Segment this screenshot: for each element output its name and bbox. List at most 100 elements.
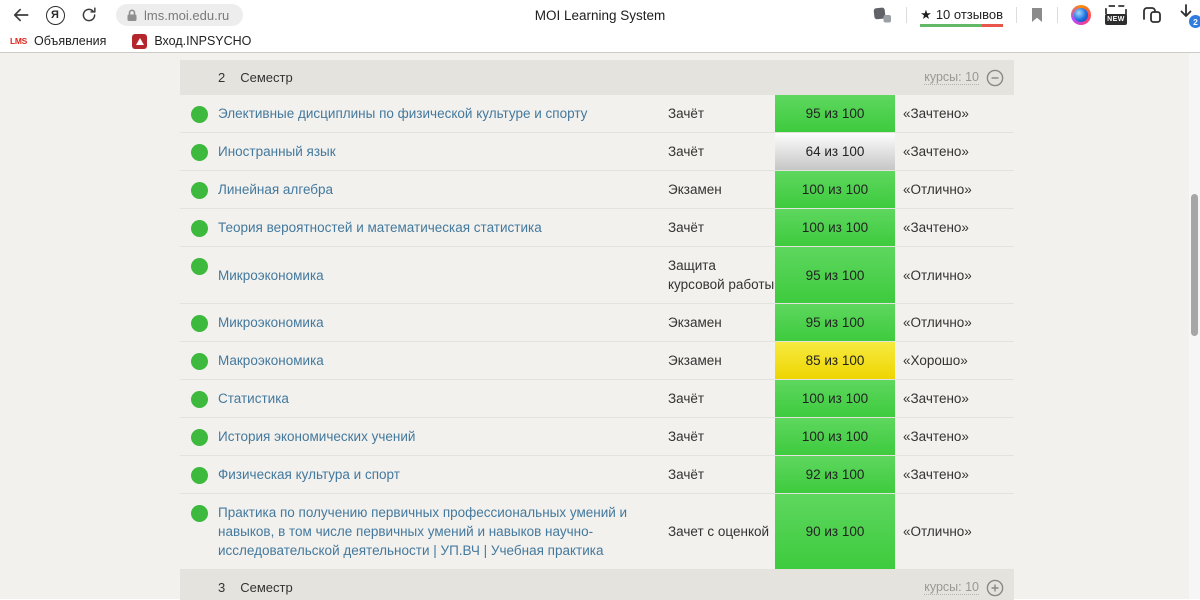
course-link[interactable]: Физическая культура и спорт: [218, 465, 668, 484]
screenshot-new-icon[interactable]: NEW: [1104, 5, 1128, 25]
grade-text: «Зачтено»: [903, 467, 969, 482]
semester-number: 3: [218, 580, 226, 595]
course-link[interactable]: Линейная алгебра: [218, 180, 668, 199]
course-link[interactable]: Иностранный язык: [218, 142, 668, 161]
course-row: Макроэкономика Экзамен 85 из 100 «Хорошо…: [180, 342, 1014, 380]
status-dot-icon: [191, 105, 208, 123]
status-dot-icon: [191, 219, 208, 237]
score-badge: 95 из 100: [775, 304, 895, 341]
course-link[interactable]: Статистика: [218, 389, 668, 408]
reviews-count: 10 отзывов: [935, 7, 1003, 22]
refresh-icon: [82, 7, 96, 22]
browser-toolbar: Я lms.moi.edu.ru MOI Learning System ★ 1…: [0, 0, 1200, 30]
refresh-button[interactable]: [76, 2, 102, 28]
grade-text: «Отлично»: [903, 182, 972, 197]
course-row: Физическая культура и спорт Зачёт 92 из …: [180, 456, 1014, 494]
semester-label: Семестр: [240, 70, 293, 85]
grade-text: «Зачтено»: [903, 429, 969, 444]
grade-text: «Зачтено»: [903, 144, 969, 159]
score-badge: 92 из 100: [775, 456, 895, 493]
grade-text: «Зачтено»: [903, 220, 969, 235]
inpsycho-favicon: [132, 33, 148, 49]
tab-groups-icon[interactable]: [1141, 5, 1163, 25]
course-link[interactable]: Практика по получению первичных професси…: [218, 503, 668, 560]
toolbar-divider: [906, 7, 908, 23]
scrollbar: [1189, 53, 1200, 599]
status-dot-icon: [191, 143, 208, 161]
assessment-type: Экзамен: [668, 353, 722, 368]
star-icon: ★: [920, 6, 932, 22]
back-arrow-icon: [13, 8, 29, 22]
bookmark-item-inpsycho[interactable]: Вход.INPSYCHO: [132, 33, 251, 49]
assessment-type: Зачёт: [668, 144, 705, 159]
courses-count-link[interactable]: курсы: 10: [924, 580, 979, 595]
assessment-type: Зачёт: [668, 391, 705, 406]
course-row: Статистика Зачёт 100 из 100 «Зачтено»: [180, 380, 1014, 418]
status-dot-icon: [191, 314, 208, 332]
course-row: Теория вероятностей и математическая ста…: [180, 209, 1014, 247]
scrollbar-thumb[interactable]: [1191, 194, 1198, 336]
semester-label: Семестр: [240, 580, 293, 595]
assessment-type: Экзамен: [668, 315, 722, 330]
downloads-icon[interactable]: 2: [1176, 3, 1200, 28]
grade-text: «Отлично»: [903, 267, 972, 283]
course-row: Элективные дисциплины по физической куль…: [180, 95, 1014, 133]
course-row: История экономических учений Зачёт 100 и…: [180, 418, 1014, 456]
course-link[interactable]: История экономических учений: [218, 427, 668, 446]
course-row: Микроэкономика Защита курсовой работы 95…: [180, 247, 1014, 304]
score-badge: 85 из 100: [775, 342, 895, 379]
toolbar-divider: [1057, 7, 1058, 23]
bookmark-item-announcements[interactable]: LMS Объявления: [10, 34, 106, 48]
grade-text: «Отлично»: [903, 315, 972, 330]
assessment-type: Зачет с оценкой: [668, 524, 770, 539]
grade-text: «Отлично»: [903, 524, 972, 539]
courses-count-link[interactable]: курсы: 10: [924, 70, 979, 85]
assessment-type: Зачёт: [668, 106, 705, 121]
expand-icon[interactable]: [986, 579, 1004, 597]
collapse-icon[interactable]: [986, 69, 1004, 87]
course-row: Иностранный язык Зачёт 64 из 100 «Зачтен…: [180, 133, 1014, 171]
score-badge: 100 из 100: [775, 380, 895, 417]
course-link[interactable]: Теория вероятностей и математическая ста…: [218, 218, 668, 237]
bookmarks-bar: LMS Объявления Вход.INPSYCHO: [0, 30, 1200, 53]
status-dot-icon: [191, 257, 208, 275]
course-link[interactable]: Микроэкономика: [218, 266, 668, 285]
assessment-type: Защита курсовой работы: [668, 258, 775, 292]
status-dot-icon: [191, 181, 208, 199]
course-row: Практика по получению первичных професси…: [180, 494, 1014, 570]
downloads-badge: 2: [1189, 15, 1200, 28]
course-row: Линейная алгебра Экзамен 100 из 100 «Отл…: [180, 171, 1014, 209]
course-link[interactable]: Макроэкономика: [218, 351, 668, 370]
course-row: Микроэкономика Экзамен 95 из 100 «Отличн…: [180, 304, 1014, 342]
score-badge: 100 из 100: [775, 209, 895, 246]
status-dot-icon: [191, 466, 208, 484]
address-bar[interactable]: lms.moi.edu.ru: [116, 4, 244, 26]
course-link[interactable]: Элективные дисциплины по физической куль…: [218, 104, 668, 123]
score-badge: 95 из 100: [775, 247, 895, 303]
score-badge: 64 из 100: [775, 133, 895, 170]
assessment-type: Зачёт: [668, 220, 705, 235]
lock-icon: [127, 9, 137, 21]
yandex-services-button[interactable]: Я: [42, 2, 68, 28]
score-badge: 95 из 100: [775, 95, 895, 132]
collections-icon[interactable]: [871, 5, 893, 25]
extension-icon[interactable]: [1071, 5, 1091, 25]
back-button[interactable]: [8, 2, 34, 28]
yandex-logo-icon: Я: [45, 5, 65, 25]
score-badge: 90 из 100: [775, 494, 895, 569]
score-badge: 100 из 100: [775, 418, 895, 455]
status-dot-icon: [191, 352, 208, 370]
toolbar-divider: [1016, 7, 1017, 23]
score-badge: 100 из 100: [775, 171, 895, 208]
rating-bar: [920, 24, 1003, 27]
grade-text: «Зачтено»: [903, 391, 969, 406]
lms-favicon: LMS: [10, 36, 28, 46]
bookmark-icon[interactable]: [1030, 7, 1044, 23]
assessment-type: Экзамен: [668, 182, 722, 197]
status-dot-icon: [191, 390, 208, 408]
status-dot-icon: [191, 504, 208, 522]
course-link[interactable]: Микроэкономика: [218, 313, 668, 332]
url-text: lms.moi.edu.ru: [144, 7, 230, 23]
assessment-type: Зачёт: [668, 467, 705, 482]
site-reviews-button[interactable]: ★ 10 отзывов: [920, 7, 1003, 27]
